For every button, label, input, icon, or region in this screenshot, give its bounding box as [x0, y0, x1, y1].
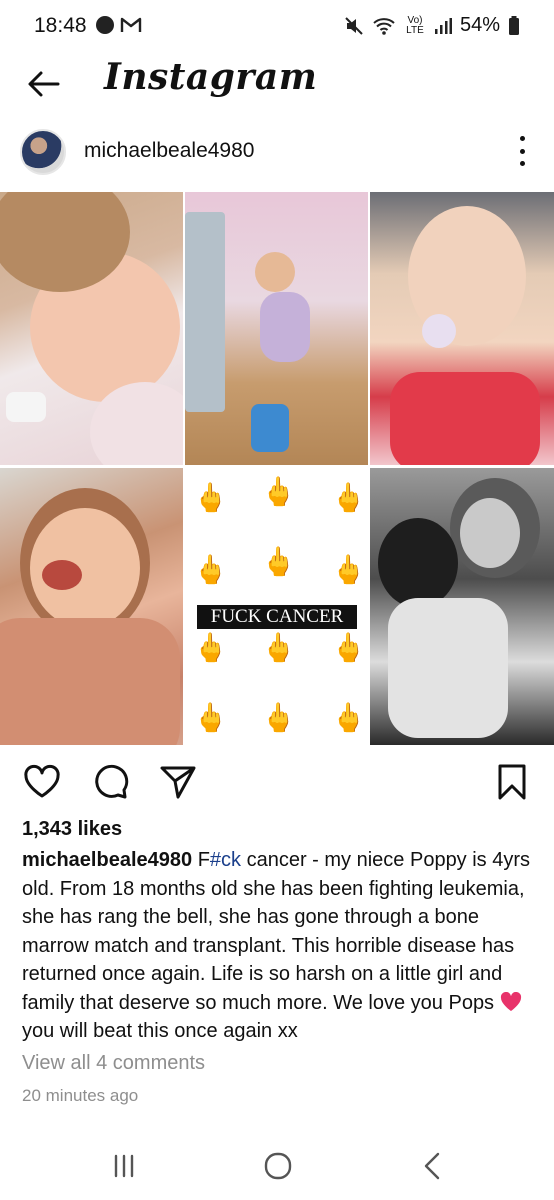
comment-icon[interactable] [90, 762, 130, 802]
network-type-label: Vo) LTE [406, 14, 424, 36]
view-comments-link[interactable]: View all 4 comments [22, 1052, 205, 1075]
photo-mother-and-child [370, 468, 554, 745]
recents-icon[interactable] [106, 1148, 142, 1184]
more-vertical-icon[interactable] [516, 136, 528, 166]
battery-icon [509, 15, 519, 35]
post-header: michaelbeale4980 [0, 124, 554, 182]
app-logo: Instagram [104, 56, 318, 98]
heart-emoji-icon [500, 991, 521, 1011]
gmail-icon [120, 17, 142, 32]
status-bar: 18:48 Vo) LTE 54% [0, 0, 554, 54]
avatar[interactable] [20, 129, 66, 175]
mute-icon [345, 16, 363, 35]
notification-dot-icon [96, 16, 114, 34]
battery-percent: 54% [459, 14, 500, 36]
fck-cancer-graphic: 🖕 🖕 🖕 🖕 🖕 🖕 FUCK CANCER 🖕 🖕 🖕 🖕 🖕 🖕 [185, 468, 368, 745]
post-caption: michaelbeale4980 F#ck cancer - my niece … [22, 846, 532, 1046]
app-header: Instagram [0, 54, 554, 116]
likes-count[interactable]: 1,343 likes [22, 818, 122, 841]
back-chevron-icon[interactable] [416, 1148, 452, 1184]
post-timestamp: 20 minutes ago [22, 1086, 139, 1105]
fck-cancer-label: FUCK CANCER [197, 605, 357, 629]
post-image-collage[interactable]: 🖕 🖕 🖕 🖕 🖕 🖕 FUCK CANCER 🖕 🖕 🖕 🖕 🖕 🖕 [0, 192, 554, 746]
system-nav-bar [0, 1130, 554, 1200]
post-actions [0, 754, 554, 810]
caption-text-1: cancer - my niece Poppy is 4yrs old. Fro… [22, 849, 531, 1014]
signal-icon [434, 17, 452, 34]
caption-username[interactable]: michaelbeale4980 [22, 849, 192, 871]
caption-hashtag[interactable]: #ck [210, 849, 241, 871]
caption-text-2: you will beat this once again xx [22, 1020, 298, 1042]
photo-hospital-room [185, 192, 368, 465]
send-icon[interactable] [158, 762, 198, 802]
arrow-left-icon[interactable] [24, 64, 64, 104]
bookmark-icon[interactable] [492, 762, 532, 802]
photo-sleeping-child [0, 192, 183, 465]
caption-prefix: F [197, 849, 210, 871]
post-username[interactable]: michaelbeale4980 [84, 139, 254, 163]
wifi-icon [373, 17, 395, 35]
status-time: 18:48 [34, 14, 87, 37]
photo-smiling-child [0, 468, 183, 745]
photo-child-with-tube [370, 192, 554, 465]
heart-icon[interactable] [22, 762, 62, 802]
home-icon[interactable] [260, 1148, 296, 1184]
